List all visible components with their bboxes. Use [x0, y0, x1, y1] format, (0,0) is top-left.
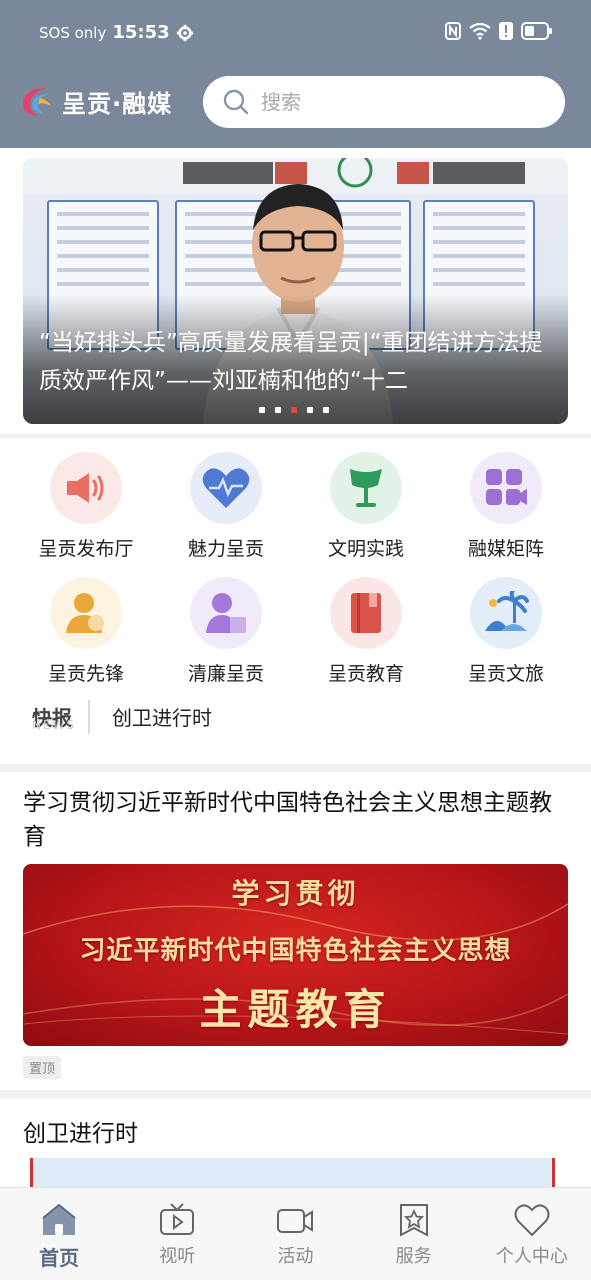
entry-pioneer[interactable]: 呈贡先锋 [16, 577, 156, 686]
tab-label: 服务 [395, 1246, 432, 1267]
tab-label: 活动 [277, 1246, 314, 1267]
theme-article-card[interactable]: 学习贯彻习近平新时代中国特色社会主义思想主题教育 学习贯彻 习近平新时代中国特色… [0, 772, 591, 1090]
app-screen: SOS only 15:53 呈贡·融媒 搜索 “当好排头兵”高质量发展看呈贡|… [0, 0, 591, 1280]
entry-education[interactable]: 呈贡教育 [296, 577, 436, 686]
wifi-icon [469, 22, 491, 40]
status-bar: SOS only 15:53 [0, 18, 591, 48]
entry-label: 清廉呈贡 [187, 663, 264, 685]
banner-line-1: 学习贯彻 [231, 877, 360, 910]
entry-label: 呈贡文旅 [467, 663, 544, 685]
carousel-dot[interactable] [275, 407, 281, 413]
search-icon [223, 89, 249, 115]
theme-banner-image[interactable]: 学习贯彻 习近平新时代中国特色社会主义思想 主题教育 [23, 864, 568, 1046]
battery-icon [521, 22, 552, 40]
gear-icon [176, 24, 193, 41]
brand-mark-icon [22, 87, 51, 116]
tab-label: 首页 [39, 1246, 80, 1270]
entry-label: 呈贡教育 [327, 663, 404, 685]
carousel-dot[interactable] [323, 407, 329, 413]
search-bar[interactable] [203, 76, 565, 128]
palm-tree-icon [470, 577, 542, 649]
nfc-icon [445, 22, 461, 40]
news-ticker-text[interactable]: 创卫进行时 [112, 702, 212, 731]
entry-label: 呈贡发布厅 [38, 538, 134, 560]
status-left: SOS only 15:53 [39, 22, 194, 43]
entry-press-hall[interactable]: 呈贡发布厅 [16, 452, 156, 561]
tab-home[interactable]: 首页 [0, 1188, 118, 1280]
tab-service[interactable]: 服务 [355, 1188, 473, 1280]
tab-label: 视听 [159, 1246, 196, 1267]
entry-media-matrix[interactable]: 融媒矩阵 [436, 452, 576, 561]
quick-entry-section: 呈贡发布厅 魅力呈贡 文明实践 融媒矩阵 呈贡先锋 清廉呈贡 呈贡教育 呈贡文旅… [0, 438, 591, 764]
status-right [445, 22, 553, 40]
entry-civilization[interactable]: 文明实践 [296, 452, 436, 561]
tab-profile[interactable]: 个人中心 [473, 1188, 591, 1280]
camera-icon [277, 1209, 314, 1233]
brand-name: 呈贡·融媒 [62, 90, 173, 118]
book-icon [330, 577, 402, 649]
clock-text: 15:53 [112, 22, 170, 43]
matrix-icon [470, 452, 542, 524]
heart-icon [190, 452, 262, 524]
megaphone-icon [50, 452, 122, 524]
entry-label: 文明实践 [327, 538, 404, 560]
pioneer-icon [50, 577, 122, 649]
top-header: SOS only 15:53 呈贡·融媒 搜索 [0, 0, 591, 148]
heart-outline-icon [514, 1204, 550, 1237]
entry-label: 魅力呈贡 [187, 538, 264, 560]
pinned-badge: 置顶 [23, 1056, 62, 1079]
tv-icon [160, 1203, 195, 1235]
entry-charm[interactable]: 魅力呈贡 [156, 452, 296, 561]
flag-icon [330, 452, 402, 524]
brand-logo[interactable]: 呈贡·融媒 [20, 84, 172, 119]
home-icon [42, 1203, 76, 1235]
integrity-icon [190, 577, 262, 649]
article-title[interactable]: 学习贯彻习近平新时代中国特色社会主义思想主题教育 [23, 786, 568, 854]
tab-label: 个人中心 [495, 1246, 568, 1267]
service-star-icon [399, 1204, 428, 1237]
article-title[interactable]: 创卫进行时 [23, 1114, 138, 1148]
banner-carousel[interactable]: “当好排头兵”高质量发展看呈贡|“重团结讲方法提质效严作风”——刘亚楠和他的“十… [23, 158, 568, 424]
search-input[interactable] [261, 90, 521, 114]
alert-icon [499, 22, 513, 40]
tab-video[interactable]: 视听 [118, 1188, 236, 1280]
carousel-dot[interactable] [307, 407, 313, 413]
carousel-dot[interactable] [259, 407, 265, 413]
next-article-card[interactable]: 创卫进行时 [0, 1098, 591, 1198]
news-badge-ghost: NEWS [32, 718, 77, 732]
banner-section: “当好排头兵”高质量发展看呈贡|“重团结讲方法提质效严作风”——刘亚楠和他的“十… [0, 148, 591, 434]
quick-entry-grid: 呈贡发布厅 魅力呈贡 文明实践 融媒矩阵 呈贡先锋 清廉呈贡 呈贡教育 呈贡文旅 [16, 452, 576, 686]
tab-activity[interactable]: 活动 [236, 1188, 354, 1280]
banner-line-3: 主题教育 [199, 985, 392, 1034]
banner-line-2: 习近平新时代中国特色社会主义思想 [79, 936, 512, 966]
carousel-dot-active[interactable] [291, 407, 297, 413]
entry-label: 呈贡先锋 [47, 663, 124, 685]
bottom-tab-bar: 首页 视听 活动 服务 个人中心 [0, 1187, 591, 1280]
entry-label: 融媒矩阵 [467, 538, 544, 560]
carousel-dots [259, 407, 329, 413]
divider [88, 700, 90, 734]
entry-integrity[interactable]: 清廉呈贡 [156, 577, 296, 686]
banner-headline[interactable]: “当好排头兵”高质量发展看呈贡|“重团结讲方法提质效严作风”——刘亚楠和他的“十… [39, 324, 554, 400]
news-badge: 快报 NEWS [30, 696, 92, 736]
carrier-text: SOS only [39, 23, 107, 42]
news-ticker[interactable]: 快报 NEWS 创卫进行时 [30, 696, 212, 736]
entry-culture-tourism[interactable]: 呈贡文旅 [436, 577, 576, 686]
